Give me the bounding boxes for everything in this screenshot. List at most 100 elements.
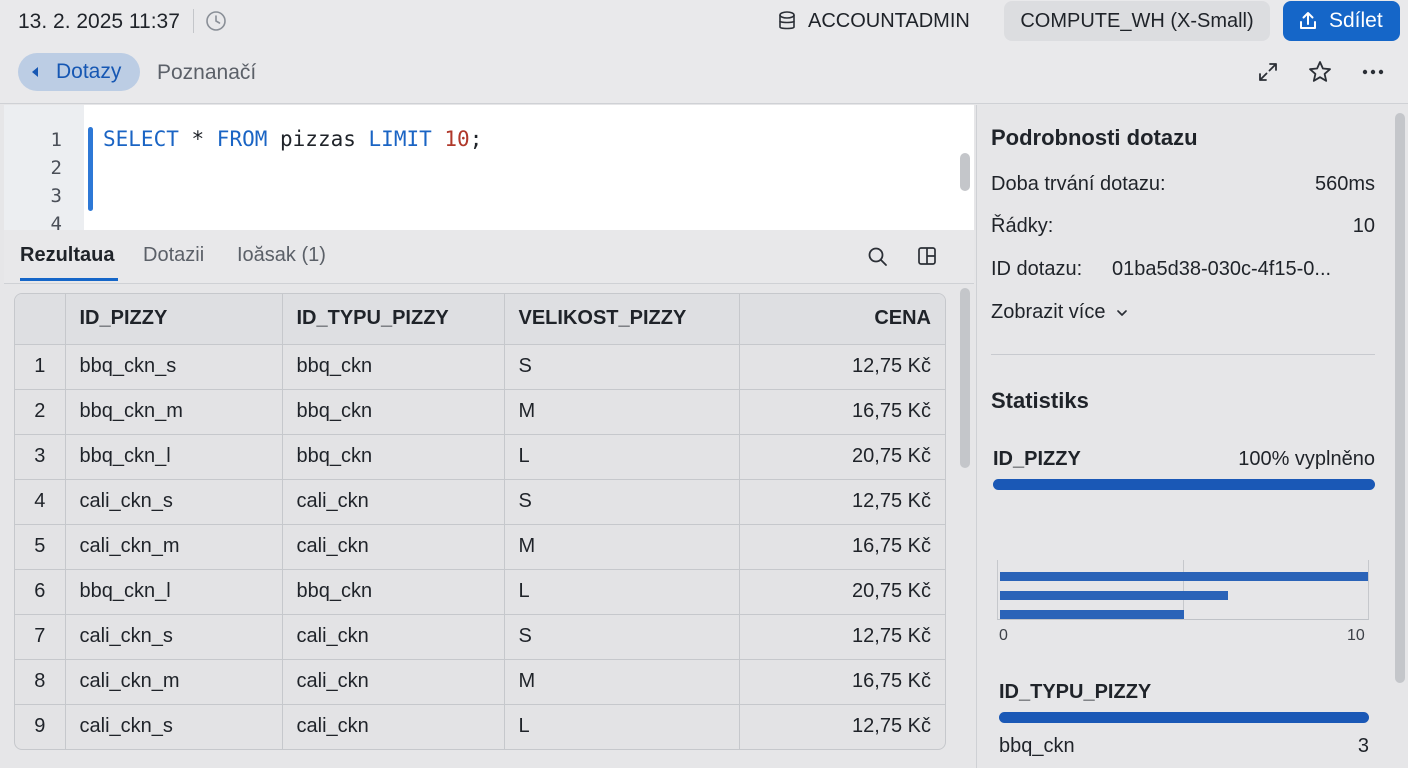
- cell-id-typu-pizzy[interactable]: bbq_ckn: [282, 569, 505, 615]
- column-header-cena[interactable]: CENA: [739, 294, 945, 345]
- table-row[interactable]: 6 bbq_ckn_l bbq_ckn L 20,75 Kč: [15, 569, 945, 615]
- cell-cena[interactable]: 16,75 Kč: [739, 524, 945, 570]
- duration-value: 560ms: [1314, 173, 1375, 195]
- cell-cena[interactable]: 12,75 Kč: [739, 704, 945, 749]
- cell-cena[interactable]: 16,75 Kč: [739, 389, 945, 435]
- results-table: ID_PIZZY ID_TYPU_PIZZY VELIKOST_PIZZY CE…: [15, 294, 945, 749]
- cell-id-pizzy[interactable]: cali_ckn_s: [65, 704, 283, 749]
- cell-id-pizzy[interactable]: cali_ckn_s: [65, 479, 283, 525]
- cell-velikost-pizzy[interactable]: M: [504, 659, 740, 705]
- cell-velikost-pizzy[interactable]: S: [504, 479, 740, 525]
- warehouse-selector[interactable]: COMPUTE_WH (X-Small): [1004, 1, 1270, 41]
- cell-velikost-pizzy[interactable]: M: [504, 524, 740, 570]
- sql-keyword: FROM: [216, 127, 268, 151]
- sql-code-line[interactable]: SELECT * FROM pizzas LIMIT 10;: [103, 127, 482, 151]
- table-scrollbar[interactable]: [960, 288, 970, 468]
- chevron-down-icon: [1117, 309, 1127, 316]
- table-row[interactable]: 4 cali_ckn_s cali_ckn S 12,75 Kč: [15, 479, 945, 525]
- cell-id-pizzy[interactable]: bbq_ckn_l: [65, 569, 283, 615]
- sql-editor[interactable]: 1 2 3 4 SELECT * FROM pizzas LIMIT 10;: [4, 105, 974, 230]
- cell-cena[interactable]: 12,75 Kč: [739, 344, 945, 390]
- cell-id-typu-pizzy[interactable]: bbq_ckn: [282, 389, 505, 435]
- top-value-name: bbq_ckn: [999, 735, 1075, 757]
- cell-id-pizzy[interactable]: cali_ckn_m: [65, 659, 283, 705]
- cell-id-pizzy[interactable]: bbq_ckn_s: [65, 344, 283, 390]
- tab-history[interactable]: Ioăsak (1): [237, 244, 326, 267]
- query-id-value[interactable]: 01ba5d38-030c-4f15-0...: [1112, 258, 1331, 281]
- role-selector[interactable]: ACCOUNTADMIN: [808, 10, 970, 33]
- cell-cena[interactable]: 20,75 Kč: [739, 434, 945, 480]
- upload-icon: [1300, 12, 1316, 29]
- cell-id-typu-pizzy[interactable]: cali_ckn: [282, 659, 505, 705]
- query-details-title: Podrobnosti dotazu: [991, 125, 1198, 150]
- chevron-left-icon: [32, 67, 38, 77]
- row-number: 9: [15, 704, 66, 749]
- divider: [991, 354, 1375, 355]
- cell-id-pizzy[interactable]: cali_ckn_s: [65, 614, 283, 660]
- cell-velikost-pizzy[interactable]: S: [504, 344, 740, 390]
- cell-id-pizzy[interactable]: bbq_ckn_l: [65, 434, 283, 480]
- nav-bar: Dotazy Poznanačí: [0, 42, 1408, 104]
- table-row[interactable]: 3 bbq_ckn_l bbq_ckn L 20,75 Kč: [15, 434, 945, 480]
- star-icon[interactable]: [1307, 59, 1333, 85]
- column-header-velikost-pizzy[interactable]: VELIKOST_PIZZY: [504, 294, 740, 345]
- expand-icon[interactable]: [1256, 60, 1280, 84]
- cell-id-typu-pizzy[interactable]: cali_ckn: [282, 704, 505, 749]
- notes-tab[interactable]: Poznanačí: [157, 61, 256, 85]
- rows-count-row: Řádky: 10: [991, 215, 1375, 238]
- column-header-id-pizzy[interactable]: ID_PIZZY: [65, 294, 283, 345]
- sql-text: *: [178, 127, 217, 151]
- query-details-panel: Podrobnosti dotazu Doba trvání dotazu: 5…: [976, 105, 1408, 768]
- sql-keyword: SELECT: [103, 127, 179, 151]
- table-row[interactable]: 8 cali_ckn_m cali_ckn M 16,75 Kč: [15, 659, 945, 705]
- fill-progress-track: [999, 712, 1369, 723]
- column-stat-id-pizzy[interactable]: ID_PIZZY 100% vyplněno: [993, 448, 1375, 471]
- show-more-button[interactable]: Zobrazit více: [991, 301, 1129, 324]
- cell-velikost-pizzy[interactable]: L: [504, 569, 740, 615]
- cell-velikost-pizzy[interactable]: M: [504, 389, 740, 435]
- cell-cena[interactable]: 16,75 Kč: [739, 659, 945, 705]
- sql-terminator: ;: [469, 127, 483, 151]
- cell-cena[interactable]: 12,75 Kč: [739, 479, 945, 525]
- cell-id-typu-pizzy[interactable]: bbq_ckn: [282, 344, 505, 390]
- cell-id-typu-pizzy[interactable]: cali_ckn: [282, 479, 505, 525]
- cell-velikost-pizzy[interactable]: S: [504, 614, 740, 660]
- active-statement-marker: [88, 127, 93, 211]
- cell-id-pizzy[interactable]: bbq_ckn_m: [65, 389, 283, 435]
- editor-scrollbar[interactable]: [960, 153, 970, 191]
- cell-id-typu-pizzy[interactable]: bbq_ckn: [282, 434, 505, 480]
- rows-value: 10: [1352, 215, 1375, 237]
- rows-label: Řádky:: [991, 215, 1054, 237]
- table-header-row: ID_PIZZY ID_TYPU_PIZZY VELIKOST_PIZZY CE…: [15, 294, 945, 345]
- table-row[interactable]: 7 cali_ckn_s cali_ckn S 12,75 Kč: [15, 614, 945, 660]
- back-to-queries-button[interactable]: Dotazy: [18, 53, 140, 91]
- stat-column-name[interactable]: ID_TYPU_PIZZY: [999, 681, 1151, 704]
- cell-velikost-pizzy[interactable]: L: [504, 434, 740, 480]
- fill-progress-bar: [993, 479, 1375, 490]
- table-row[interactable]: 9 cali_ckn_s cali_ckn L 12,75 Kč: [15, 704, 945, 749]
- value-histogram: [997, 560, 1369, 620]
- statistics-title: Statistiks: [991, 388, 1089, 413]
- cell-id-typu-pizzy[interactable]: cali_ckn: [282, 614, 505, 660]
- split-panel-icon[interactable]: [916, 245, 938, 267]
- query-timestamp: 13. 2. 2025 11:37: [18, 10, 180, 33]
- cell-id-pizzy[interactable]: cali_ckn_m: [65, 524, 283, 570]
- panel-scrollbar[interactable]: [1395, 113, 1405, 683]
- share-button[interactable]: Sdílet: [1283, 1, 1400, 41]
- more-options-icon[interactable]: [1360, 60, 1386, 84]
- table-row[interactable]: 1 bbq_ckn_s bbq_ckn S 12,75 Kč: [15, 344, 945, 390]
- cell-id-typu-pizzy[interactable]: cali_ckn: [282, 524, 505, 570]
- cell-cena[interactable]: 20,75 Kč: [739, 569, 945, 615]
- cell-velikost-pizzy[interactable]: L: [504, 704, 740, 749]
- database-icon: [779, 11, 795, 30]
- histogram-axis-min: 0: [999, 627, 1008, 644]
- table-row[interactable]: 2 bbq_ckn_m bbq_ckn M 16,75 Kč: [15, 389, 945, 435]
- tab-results[interactable]: Rezultaua: [20, 244, 114, 267]
- cell-cena[interactable]: 12,75 Kč: [739, 614, 945, 660]
- column-header-id-typu-pizzy[interactable]: ID_TYPU_PIZZY: [282, 294, 505, 345]
- search-icon[interactable]: [866, 245, 890, 269]
- tab-query[interactable]: Dotazii: [143, 244, 204, 267]
- clock-icon[interactable]: [205, 10, 227, 32]
- table-row[interactable]: 5 cali_ckn_m cali_ckn M 16,75 Kč: [15, 524, 945, 570]
- fill-progress-track: [993, 479, 1375, 490]
